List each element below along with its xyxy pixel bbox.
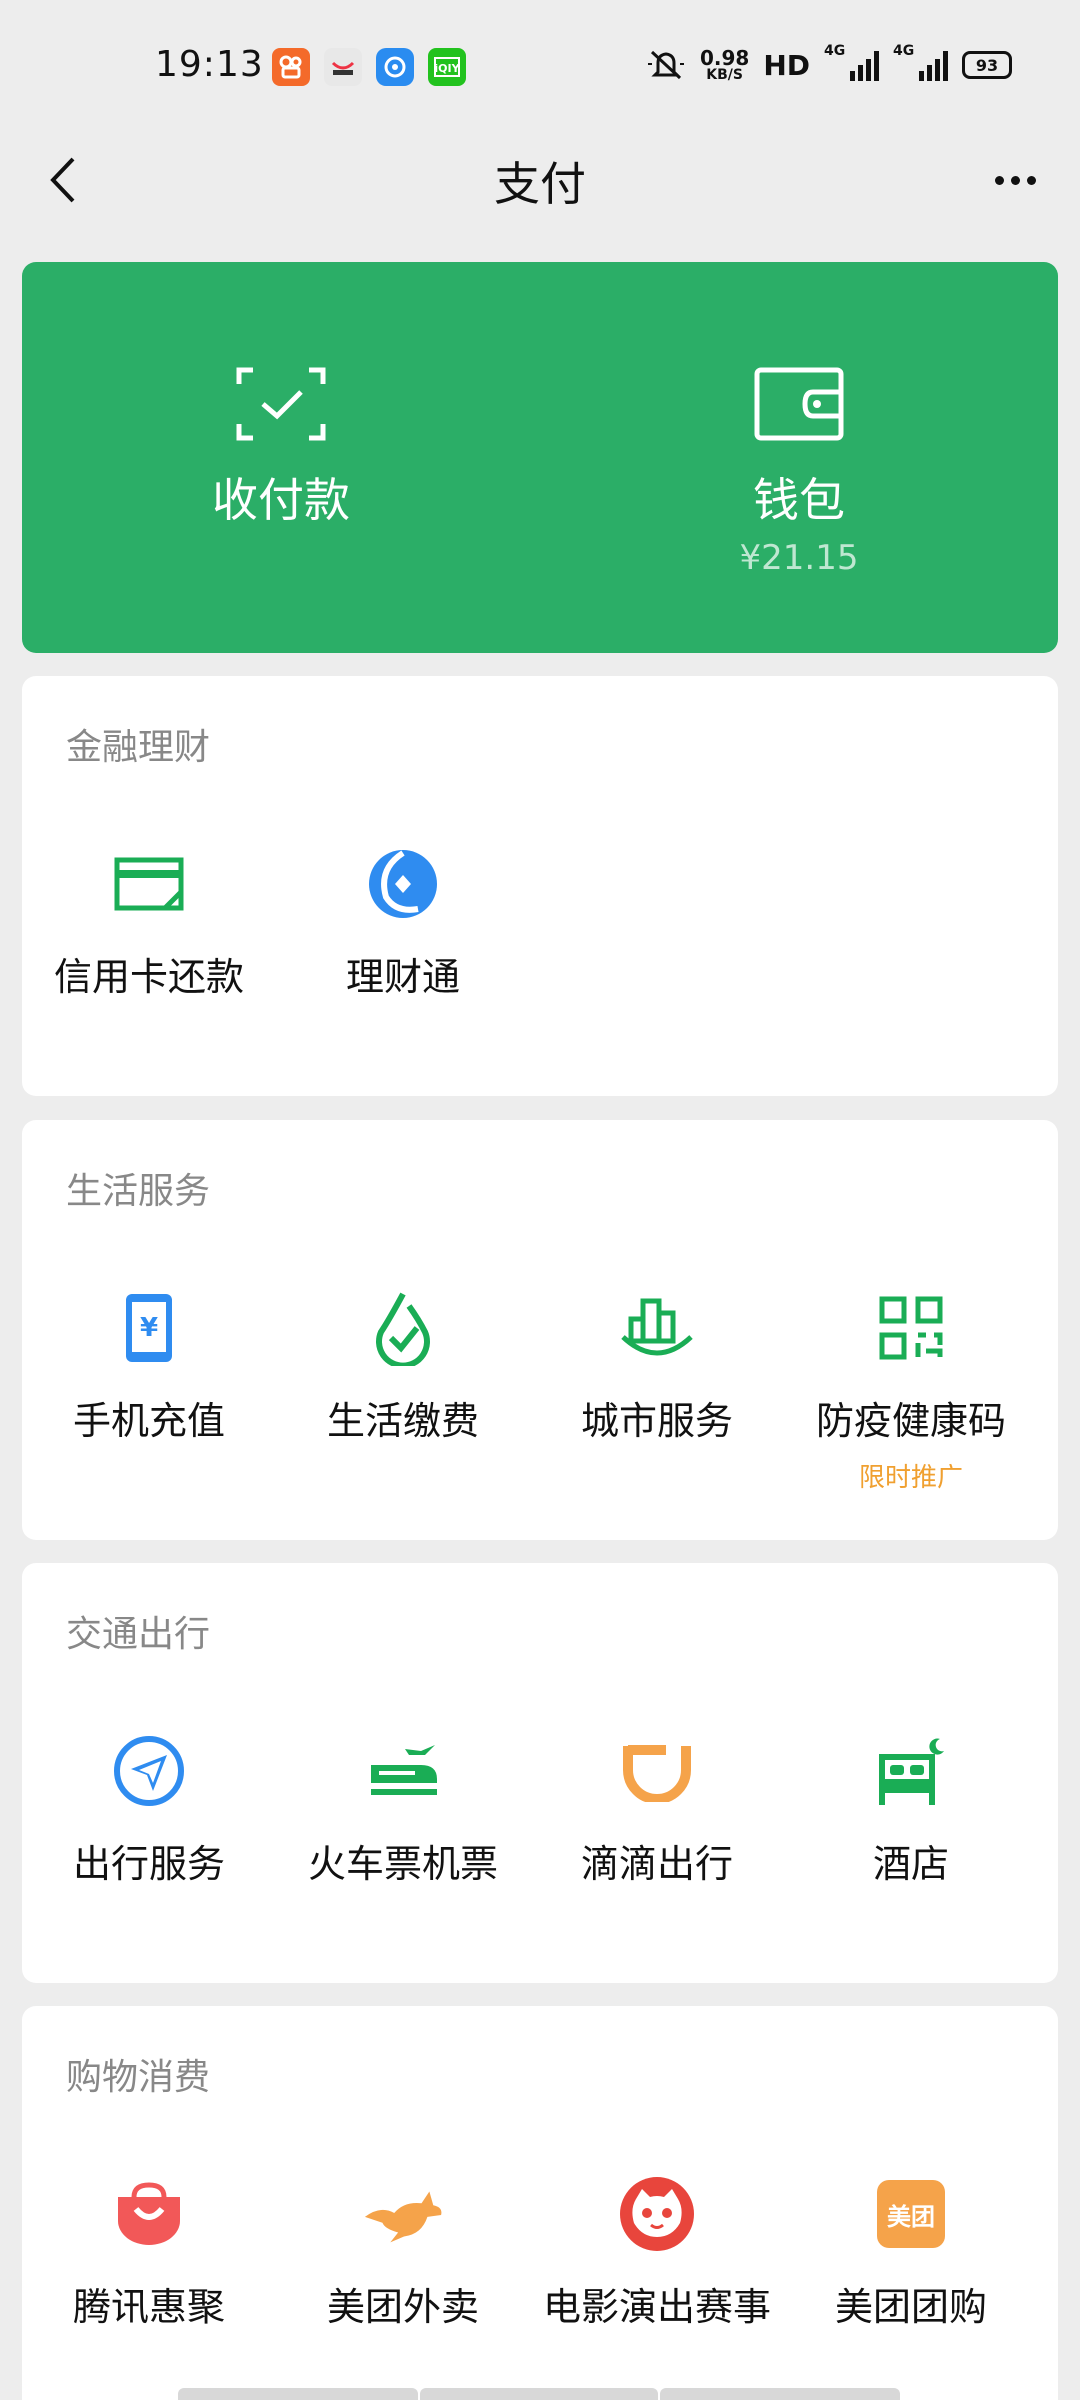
scroll-indicator <box>660 2388 900 2400</box>
mute-bell-icon <box>647 50 684 80</box>
status-time: 19:13 <box>155 44 264 85</box>
hd-indicator: HD <box>763 48 810 82</box>
svg-text:¥: ¥ <box>140 1313 158 1343</box>
finance-section: 金融理财 信用卡还款 理财通 <box>22 676 1058 1096</box>
travel-services-item[interactable]: 出行服务 <box>22 1729 276 1888</box>
phone-topup-item[interactable]: ¥ 手机充值 <box>22 1286 276 1494</box>
scroll-indicator <box>178 2388 418 2400</box>
wallet-label: 钱包 <box>753 473 845 527</box>
meituan-delivery-item[interactable]: 美团外卖 <box>276 2172 530 2331</box>
movie-shows-item[interactable]: 电影演出赛事 <box>530 2172 784 2331</box>
health-code-item[interactable]: 防疫健康码 限时推广 <box>784 1286 1038 1494</box>
promo-badge: 限时推广 <box>858 1463 963 1493</box>
collect-pay-button[interactable]: 收付款 <box>22 262 540 653</box>
status-bar: 19:13 iQIY 0.98 KB/S HD 4G 4G 93 <box>0 0 1080 130</box>
cat-icon <box>615 2172 699 2256</box>
tencent-huiju-item[interactable]: 腾讯惠聚 <box>22 2172 276 2331</box>
utility-icon <box>361 1286 445 1370</box>
notification-icons: iQIY <box>272 48 466 86</box>
shopping-section: 购物消费 腾讯惠聚 美团外卖 电影演出赛事 美团 美团团购 <box>22 2006 1058 2400</box>
train-flight-item[interactable]: 火车票机票 <box>276 1729 530 1888</box>
wealth-icon <box>361 842 445 926</box>
meituan-icon: 美团 <box>869 2172 953 2256</box>
city-services-item[interactable]: 城市服务 <box>530 1286 784 1494</box>
signal-2-icon: 4G <box>893 43 948 81</box>
more-button[interactable] <box>980 150 1050 210</box>
payment-card: 收付款 钱包 ¥21.15 <box>22 262 1058 653</box>
utility-payment-item[interactable]: 生活缴费 <box>276 1286 530 1494</box>
network-speed: 0.98 KB/S <box>699 46 750 83</box>
signal-1-icon: 4G <box>824 43 879 81</box>
meituan-badge: 美团 <box>877 2180 945 2248</box>
hotel-bed-icon <box>869 1729 953 1813</box>
kangaroo-icon <box>361 2172 445 2256</box>
more-dots-icon <box>994 175 1004 185</box>
svg-text:iQIY: iQIY <box>434 62 460 75</box>
section-title: 生活服务 <box>66 1171 211 1212</box>
status-right: 0.98 KB/S HD 4G 4G 93 <box>646 43 1012 83</box>
wallet-button[interactable]: 钱包 ¥21.15 <box>540 262 1058 653</box>
page-title: 支付 <box>494 157 586 211</box>
licaitong-item[interactable]: 理财通 <box>276 842 530 1001</box>
scan-check-icon <box>233 364 329 444</box>
wallet-icon <box>751 364 847 444</box>
wallet-balance: ¥21.15 <box>739 538 859 578</box>
section-title: 购物消费 <box>66 2057 211 2098</box>
qr-code-icon <box>869 1286 953 1370</box>
iqiyi-app-icon: iQIY <box>428 48 466 86</box>
nav-bar: 支付 <box>0 130 1080 230</box>
credit-card-repay-item[interactable]: 信用卡还款 <box>22 842 276 1001</box>
battery-icon: 93 <box>962 51 1012 79</box>
shopping-bag-icon <box>107 2172 191 2256</box>
credit-card-icon <box>107 842 191 926</box>
didi-icon <box>615 1729 699 1813</box>
app-notification-icon <box>324 48 362 86</box>
section-title: 交通出行 <box>66 1614 211 1655</box>
scroll-indicator <box>420 2388 658 2400</box>
meituan-groupbuy-item[interactable]: 美团 美团团购 <box>784 2172 1038 2331</box>
travel-section: 交通出行 出行服务 火车票机票 滴滴出行 酒店 <box>22 1563 1058 1983</box>
section-title: 金融理财 <box>66 727 211 768</box>
kuaishou-app-icon <box>272 48 310 86</box>
collect-pay-label: 收付款 <box>212 473 350 527</box>
browser-app-icon <box>376 48 414 86</box>
train-icon <box>361 1729 445 1813</box>
life-services-section: 生活服务 ¥ 手机充值 生活缴费 城市服务 防疫健康码 限时推广 <box>22 1120 1058 1540</box>
hotel-item[interactable]: 酒店 <box>784 1729 1038 1888</box>
navigation-icon <box>107 1729 191 1813</box>
phone-topup-icon: ¥ <box>107 1286 191 1370</box>
city-icon <box>615 1286 699 1370</box>
didi-item[interactable]: 滴滴出行 <box>530 1729 784 1888</box>
